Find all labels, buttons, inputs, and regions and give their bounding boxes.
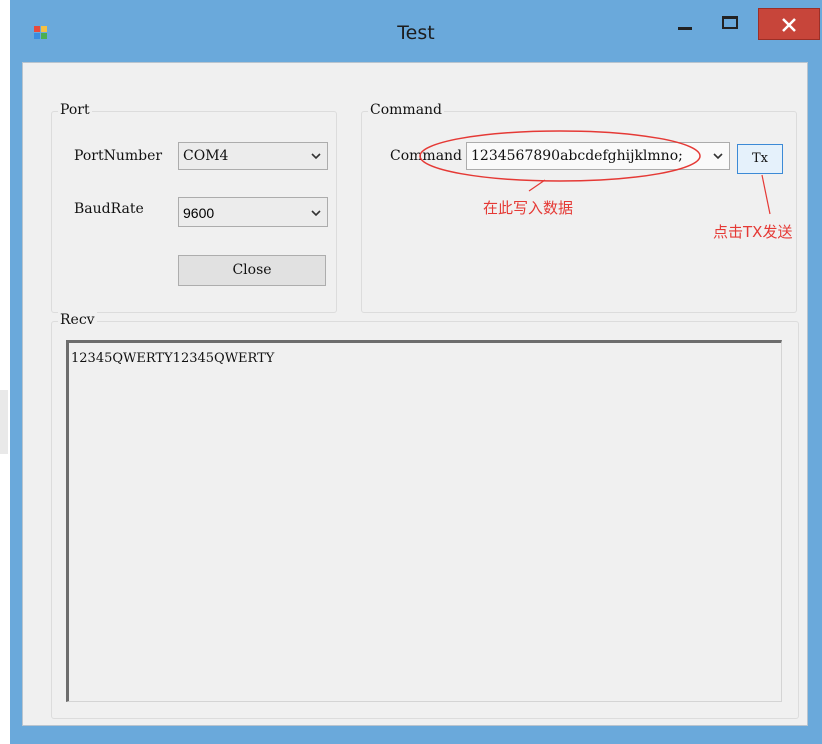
recv-group-legend: Recv [58,312,97,328]
close-icon[interactable] [758,8,820,40]
client-area: Port PortNumber COM4 BaudRate 9600 Close… [22,62,808,726]
window-title: Test [397,22,435,44]
recv-content: 12345QWERTY12345QWERTY [71,351,275,366]
recv-group: Recv 12345QWERTY12345QWERTY [51,312,799,719]
annotation-line [761,174,771,215]
background-edge [0,390,8,454]
title-bar[interactable]: Test [10,0,822,62]
maximize-icon[interactable] [722,16,738,29]
annotation-overlay [419,130,771,215]
annotation-click-tx: 点击TX发送 [713,223,793,241]
annotation-line [528,179,546,192]
annotation-ellipse [419,130,701,182]
annotation-write-here: 在此写入数据 [483,199,574,217]
minimize-icon[interactable] [678,27,692,30]
recv-textarea[interactable]: 12345QWERTY12345QWERTY [66,340,782,702]
window: Test Port PortNumber COM4 BaudRate 9600 … [10,0,822,744]
